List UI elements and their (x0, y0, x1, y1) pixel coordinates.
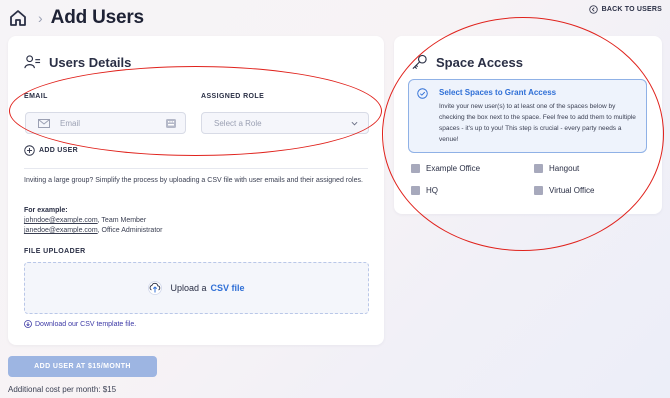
example-email: janedoe@example.com (24, 227, 98, 234)
add-user-submit-button[interactable]: ADD USER AT $15/MONTH (8, 356, 157, 377)
upload-text: Upload a (170, 283, 207, 293)
plus-circle-icon (24, 145, 35, 156)
chevron-right-icon: › (38, 10, 43, 26)
user-list-icon (24, 55, 41, 69)
bulk-upload-text: Inviting a large group? Simplify the pro… (24, 177, 363, 184)
download-icon (24, 320, 32, 328)
home-icon[interactable] (8, 8, 28, 28)
back-arrow-icon (588, 5, 598, 14)
download-template-link[interactable]: Download our CSV template file. (24, 320, 136, 328)
example-line: janedoe@example.com, Office Administrato… (24, 227, 163, 234)
breadcrumb: › Add Users (8, 4, 144, 32)
example-role: , Team Member (97, 217, 147, 224)
divider (24, 168, 368, 169)
csv-dropzone[interactable]: Upload a CSV file (24, 262, 369, 314)
annotation-oval-space (382, 17, 664, 251)
example-email: johndoe@example.com (24, 217, 98, 224)
users-details-header: Users Details (24, 54, 131, 71)
example-title: For example: (24, 207, 68, 214)
add-user-label: ADD USER (39, 147, 78, 154)
csv-file-link[interactable]: CSV file (211, 283, 245, 293)
download-template-label: Download our CSV template file. (35, 320, 137, 328)
annotation-oval-users (9, 66, 382, 156)
back-to-users-link[interactable]: BACK TO USERS (588, 5, 662, 14)
upload-icon (148, 281, 163, 295)
page-title: Add Users (50, 7, 144, 28)
file-uploader-label: FILE UPLOADER (24, 248, 86, 255)
users-details-title: Users Details (49, 55, 132, 70)
add-user-button[interactable]: ADD USER (24, 145, 78, 156)
back-to-users-label: BACK TO USERS (601, 6, 662, 13)
additional-cost-text: Additional cost per month: $15 (8, 385, 117, 394)
example-line: johndoe@example.com, Team Member (24, 217, 146, 224)
example-role: , Office Administrator (97, 227, 163, 234)
